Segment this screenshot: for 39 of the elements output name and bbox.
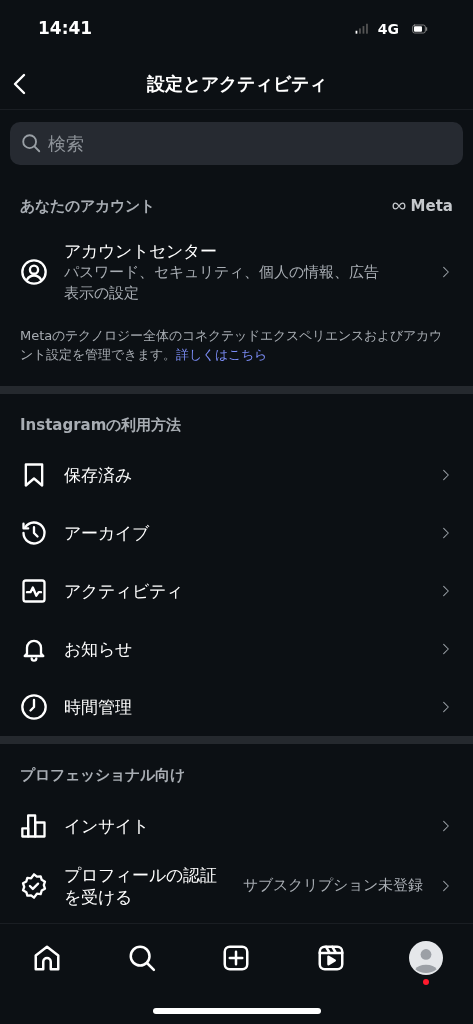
status-time: 14:41 (38, 17, 93, 41)
page-title: 設定とアクティビティ (146, 72, 327, 96)
settings-row[interactable]: 時間管理 (0, 678, 473, 736)
search-field[interactable]: 検索 (10, 122, 463, 165)
account-note: Metaのテクノロジー全体のコネクテッドエクスペリエンスおよびアカウント設定を管理できます。詳しくはこちら (19, 326, 444, 364)
search-icon (20, 132, 42, 154)
settings-row[interactable]: プロフィールの認証を受ける サブスクリプション未登録 (0, 854, 473, 917)
settings-row[interactable]: アーカイブ (0, 504, 473, 562)
row-label: お知らせ (64, 638, 133, 660)
settings-row[interactable]: お知らせ (0, 620, 473, 678)
row-label: プロフィールの認証を受ける (64, 863, 218, 908)
plus-square-icon (221, 943, 252, 973)
row-label: 保存済み (64, 464, 133, 486)
learn-more-link[interactable]: 詳しくはこちら (176, 346, 267, 362)
avatar-icon (408, 941, 443, 975)
settings-row[interactable]: 保存済み (0, 446, 473, 504)
row-label: インサイト (64, 814, 150, 837)
settings-row[interactable]: アクティビティ (0, 562, 473, 620)
home-icon (32, 943, 63, 973)
settings-row[interactable]: インサイト (0, 796, 473, 855)
section-heading: Instagramの利用方法 (20, 414, 182, 436)
row-label: 時間管理 (64, 696, 133, 718)
row-label: アクティビティ (64, 580, 184, 602)
activity-chart-icon (20, 577, 48, 605)
settings-row[interactable]: アカウントセンター パスワード、セキュリティ、個人の情報、広告表示の設定 (0, 227, 473, 316)
section-heading: プロフェッショナル向け (20, 765, 185, 786)
row-label: アカウントセンター (64, 239, 218, 262)
row-value: サブスクリプション未登録 (243, 875, 423, 897)
row-label: アーカイブ (64, 522, 150, 544)
meta-label: Meta (410, 196, 453, 217)
reels-icon (316, 943, 347, 973)
person-circle-icon (20, 257, 48, 286)
clock-icon (20, 693, 48, 721)
verified-badge-icon (20, 871, 48, 900)
row-subtitle: パスワード、セキュリティ、個人の情報、広告表示の設定 (64, 261, 380, 304)
bar-chart-icon (20, 811, 48, 840)
section-heading: あなたのアカウント (20, 196, 155, 217)
history-icon (20, 519, 48, 547)
network-label: 4G (377, 19, 399, 39)
